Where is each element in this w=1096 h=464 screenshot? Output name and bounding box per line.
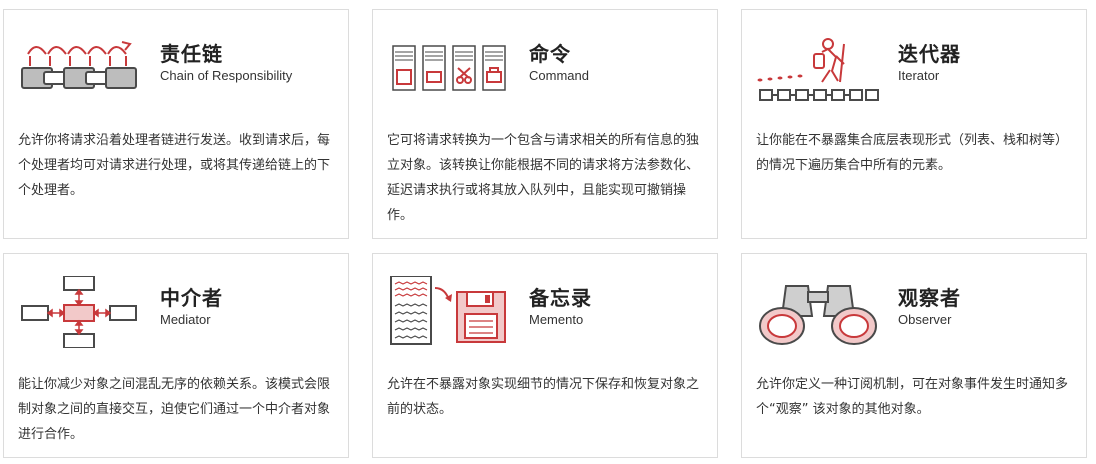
memento-icon [387, 275, 511, 348]
pattern-title[interactable]: 观察者 [898, 282, 961, 311]
pattern-card-command[interactable]: 命令 Command 它可将请求转换为一个包含与请求相关的所有信息的独立对象。该… [372, 9, 718, 239]
pattern-title[interactable]: 中介者 [160, 282, 223, 311]
pattern-title[interactable]: 迭代器 [898, 38, 961, 67]
pattern-description: 允许你将请求沿着处理者链进行发送。收到请求后，每个处理者均可对请求进行处理，或将… [18, 133, 331, 198]
pattern-title[interactable]: 命令 [529, 38, 571, 67]
pattern-description: 允许你定义一种订阅机制，可在对象事件发生时通知多个“观察” 该对象的其他对象。 [756, 377, 1069, 417]
pattern-card-chain-of-responsibility[interactable]: 责任链 Chain of Responsibility 允许你将请求沿着处理者链… [3, 9, 349, 239]
pattern-subtitle: Iterator [898, 68, 940, 83]
pattern-subtitle: Observer [898, 312, 952, 327]
pattern-card-iterator[interactable]: 迭代器 Iterator 让你能在不暴露集合底层表现形式（列表、栈和树等）的情况… [741, 9, 1087, 239]
pattern-description: 允许在不暴露对象实现细节的情况下保存和恢复对象之前的状态。 [387, 377, 700, 417]
pattern-card-observer[interactable]: 观察者 Observer 允许你定义一种订阅机制，可在对象事件发生时通知多个“观… [741, 253, 1087, 458]
observer-icon [756, 276, 880, 348]
pattern-description: 它可将请求转换为一个包含与请求相关的所有信息的独立对象。该转换让你能根据不同的请… [387, 133, 700, 223]
command-icon [387, 32, 511, 104]
pattern-card-memento[interactable]: 备忘录 Memento 允许在不暴露对象实现细节的情况下保存和恢复对象之前的状态… [372, 253, 718, 458]
mediator-icon [18, 275, 142, 349]
pattern-description: 让你能在不暴露集合底层表现形式（列表、栈和树等）的情况下遍历集合中所有的元素。 [756, 133, 1069, 173]
pattern-subtitle: Chain of Responsibility [160, 68, 293, 83]
pattern-description: 能让你减少对象之间混乱无序的依赖关系。该模式会限制对象之间的直接交互，迫使它们通… [18, 377, 331, 442]
pattern-subtitle: Command [529, 68, 589, 83]
pattern-subtitle: Memento [529, 312, 584, 327]
pattern-subtitle: Mediator [160, 312, 211, 327]
pattern-title[interactable]: 备忘录 [529, 282, 592, 311]
pattern-title[interactable]: 责任链 [160, 38, 223, 67]
iterator-icon [756, 32, 880, 104]
chain-of-responsibility-icon [18, 32, 142, 104]
pattern-card-mediator[interactable]: 中介者 Mediator 能让你减少对象之间混乱无序的依赖关系。该模式会限制对象… [3, 253, 349, 458]
